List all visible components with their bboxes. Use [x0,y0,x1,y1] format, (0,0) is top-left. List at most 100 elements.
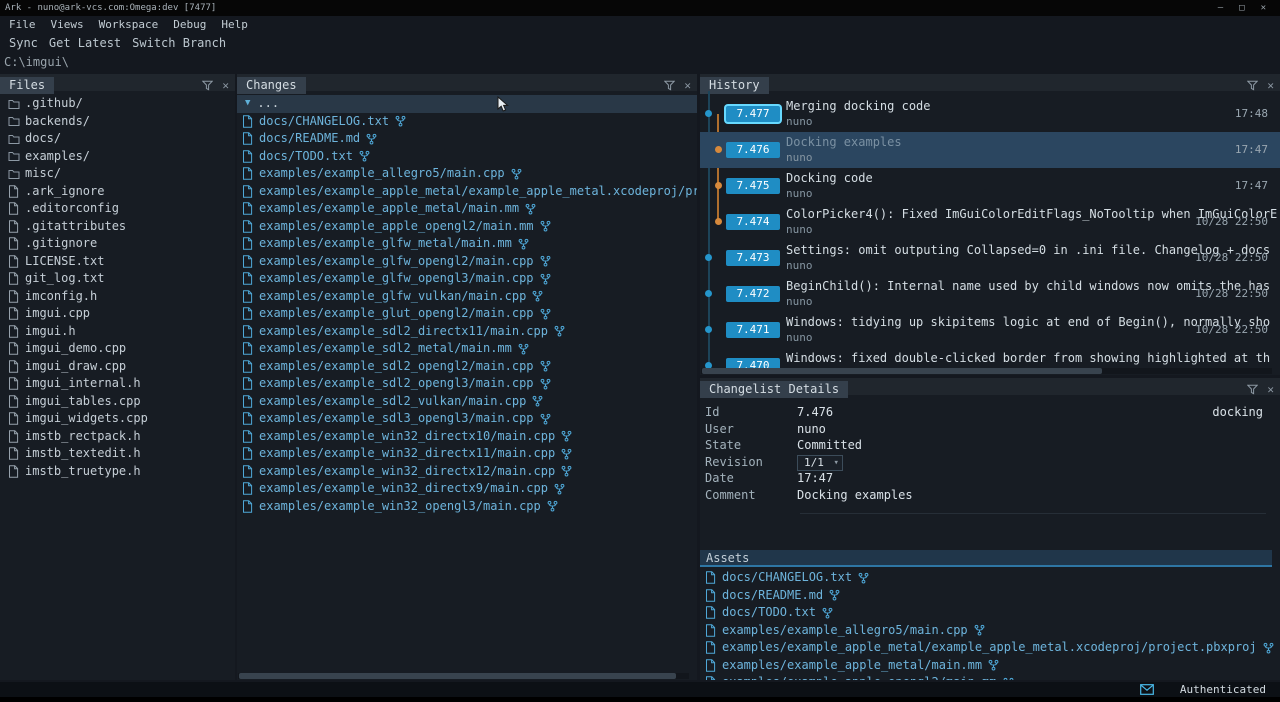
asset-row[interactable]: examples/example_allegro5/main.cpp [700,622,1280,640]
changed-file-row[interactable]: examples/example_win32_opengl3/main.cpp [237,498,697,516]
commit-row-7.475[interactable]: 7.475Docking codenuno17:47 [700,168,1280,204]
branch-fork-icon [858,572,869,584]
chevron-down-icon[interactable]: ▼ [245,95,250,113]
file-row[interactable]: examples/ [0,148,235,166]
scrollbar-thumb[interactable] [239,673,676,679]
file-row[interactable]: imgui.cpp [0,305,235,323]
commit-author: nuno [786,115,813,128]
changed-file-row[interactable]: examples/example_win32_directx12/main.cp… [237,463,697,481]
changes-root-row[interactable]: ▼ ... [237,95,697,113]
asset-name: examples/example_apple_metal/main.mm [722,657,982,675]
changed-file-row[interactable]: docs/CHANGELOG.txt [237,113,697,131]
revision-badge: 7.473 [726,250,780,266]
toolbar-get-latest[interactable]: Get Latest [48,33,122,53]
commit-row-7.472[interactable]: 7.472BeginChild(): Internal name used by… [700,276,1280,312]
branch-fork-icon [540,220,551,232]
menu-views[interactable]: Views [51,16,84,33]
file-row[interactable]: imgui_tables.cpp [0,393,235,411]
file-icon [242,377,254,390]
changed-file-row[interactable]: examples/example_glfw_metal/main.mm [237,235,697,253]
file-row[interactable]: .ark_ignore [0,183,235,201]
file-row[interactable]: imgui_widgets.cpp [0,410,235,428]
changed-file-name: examples/example_sdl2_vulkan/main.cpp [259,393,526,411]
commit-row-7.470[interactable]: 7.470Windows: fixed double-clicked borde… [700,348,1280,368]
changed-file-row[interactable]: examples/example_sdl3_opengl3/main.cpp [237,410,697,428]
file-name: backends/ [25,113,90,131]
file-icon [242,115,254,128]
file-icon [8,377,20,390]
asset-row[interactable]: examples/example_apple_metal/example_app… [700,639,1280,657]
main-toolbar: Sync Get Latest Switch Branch [0,33,1280,53]
file-row[interactable]: imgui.h [0,323,235,341]
revision-badge: 7.477 [726,106,780,122]
commit-row-7.471[interactable]: 7.471Windows: tidying up skipitems logic… [700,312,1280,348]
changed-file-row[interactable]: examples/example_glfw_vulkan/main.cpp [237,288,697,306]
toolbar-sync[interactable]: Sync [8,33,39,53]
scrollbar-thumb[interactable] [702,368,1102,374]
changed-file-name: examples/example_glut_opengl2/main.cpp [259,305,534,323]
changed-file-name: examples/example_allegro5/main.cpp [259,165,505,183]
close-button[interactable]: ✕ [1261,0,1266,16]
revision-badge: 7.470 [726,358,780,368]
asset-row[interactable]: docs/README.md [700,587,1280,605]
commit-row-7.476[interactable]: 7.476Docking examplesnuno17:47 [700,132,1280,168]
menu-file[interactable]: File [9,16,36,33]
file-row[interactable]: imgui_draw.cpp [0,358,235,376]
file-row[interactable]: imgui_demo.cpp [0,340,235,358]
asset-row[interactable]: docs/CHANGELOG.txt [700,569,1280,587]
file-row[interactable]: .gitignore [0,235,235,253]
changed-file-row[interactable]: docs/README.md [237,130,697,148]
changed-file-row[interactable]: examples/example_allegro5/main.cpp [237,165,697,183]
changed-file-row[interactable]: examples/example_sdl2_directx11/main.cpp [237,323,697,341]
changed-file-row[interactable]: examples/example_glut_opengl2/main.cpp [237,305,697,323]
changed-file-name: examples/example_win32_opengl3/main.cpp [259,498,541,516]
commit-row-7.474[interactable]: 7.474ColorPicker4(): Fixed ImGuiColorEdi… [700,204,1280,240]
maximize-button[interactable]: □ [1239,0,1244,16]
menu-workspace[interactable]: Workspace [99,16,159,33]
file-row[interactable]: docs/ [0,130,235,148]
file-row[interactable]: .github/ [0,95,235,113]
changed-file-row[interactable]: examples/example_sdl2_opengl3/main.cpp [237,375,697,393]
file-row[interactable]: imstb_truetype.h [0,463,235,481]
changed-file-row[interactable]: examples/example_glfw_opengl3/main.cpp [237,270,697,288]
changed-file-row[interactable]: examples/example_apple_opengl2/main.mm [237,218,697,236]
file-row[interactable]: git_log.txt [0,270,235,288]
asset-row[interactable]: examples/example_apple_opengl2/main.mm [700,674,1280,680]
file-row[interactable]: imstb_rectpack.h [0,428,235,446]
commit-row-7.477[interactable]: 7.477Merging docking codenuno17:48 [700,96,1280,132]
changed-file-row[interactable]: examples/example_win32_directx10/main.cp… [237,428,697,446]
changed-file-row[interactable]: examples/example_glfw_opengl2/main.cpp [237,253,697,271]
asset-row[interactable]: docs/TODO.txt [700,604,1280,622]
changed-file-row[interactable]: examples/example_sdl2_metal/main.mm [237,340,697,358]
branch-fork-icon [974,624,985,636]
file-row[interactable]: LICENSE.txt [0,253,235,271]
changed-file-row[interactable]: examples/example_apple_metal/main.mm [237,200,697,218]
changed-file-row[interactable]: docs/TODO.txt [237,148,697,166]
file-name: examples/ [25,148,90,166]
asset-name: docs/TODO.txt [722,604,816,622]
history-hscrollbar[interactable] [701,368,1272,374]
branch-fork-icon [561,448,572,460]
minimize-button[interactable]: – [1218,0,1223,16]
commit-row-7.473[interactable]: 7.473Settings: omit outputing Collapsed=… [700,240,1280,276]
branch-fork-icon [532,290,543,302]
asset-row[interactable]: examples/example_apple_metal/main.mm [700,657,1280,675]
file-row[interactable]: imstb_textedit.h [0,445,235,463]
changed-file-row[interactable]: examples/example_apple_metal/example_app… [237,183,697,201]
file-row[interactable]: backends/ [0,113,235,131]
file-row[interactable]: imconfig.h [0,288,235,306]
menu-help[interactable]: Help [221,16,248,33]
toolbar-switch-branch[interactable]: Switch Branch [131,33,227,53]
file-row[interactable]: imgui_internal.h [0,375,235,393]
changed-file-row[interactable]: examples/example_win32_directx11/main.cp… [237,445,697,463]
changed-file-row[interactable]: examples/example_win32_directx9/main.cpp [237,480,697,498]
revision-combo[interactable]: 1/1▾ [797,455,843,471]
file-row[interactable]: .editorconfig [0,200,235,218]
menu-debug[interactable]: Debug [173,16,206,33]
changes-hscrollbar[interactable] [238,673,689,679]
file-row[interactable]: .gitattributes [0,218,235,236]
file-row[interactable]: misc/ [0,165,235,183]
details-panel-header: Changelist Details ✕ [700,378,1280,395]
changed-file-row[interactable]: examples/example_sdl2_vulkan/main.cpp [237,393,697,411]
changed-file-row[interactable]: examples/example_sdl2_opengl2/main.cpp [237,358,697,376]
